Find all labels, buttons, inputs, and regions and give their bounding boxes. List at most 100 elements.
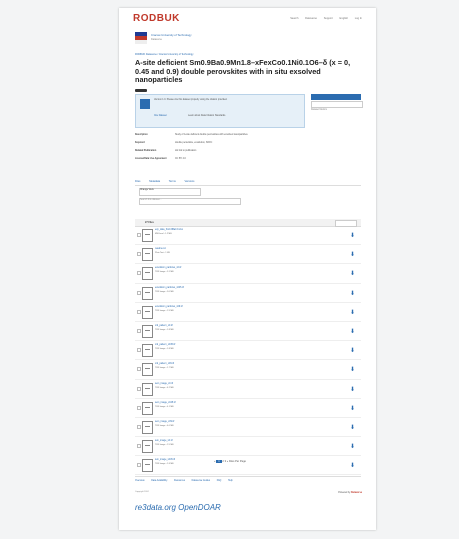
file-name[interactable]: xrd_pattern_x045.tif (155, 344, 175, 346)
citation-box: Version 1.0. Please cite this dataset pr… (135, 94, 305, 128)
download-icon[interactable]: ⬇ (350, 309, 355, 316)
meta-key: License/Data Use Agreement (135, 158, 167, 160)
file-name[interactable]: exsolution_particles_x045.tif (155, 287, 184, 289)
download-icon[interactable]: ⬇ (350, 366, 355, 373)
download-icon[interactable]: ⬇ (350, 232, 355, 239)
download-icon[interactable]: ⬇ (350, 347, 355, 354)
download-icon[interactable]: ⬇ (350, 443, 355, 450)
file-checkbox[interactable] (137, 252, 141, 257)
file-checkbox[interactable] (137, 386, 141, 391)
file-name[interactable]: exp_data_Sm0.9Ba0.9.xlsx (155, 229, 183, 231)
copyright: Copyright 2024 (135, 491, 149, 493)
download-icon[interactable]: ⬇ (350, 290, 355, 297)
powered-by-text: Powered by (338, 492, 351, 494)
tab-versions[interactable]: Versions (185, 180, 195, 183)
file-name[interactable]: readme.txt (155, 248, 166, 250)
file-checkbox[interactable] (137, 328, 141, 333)
file-name[interactable]: tem_image_x045.tif (155, 459, 175, 461)
powered-by: Powered by Dataverse (338, 492, 362, 494)
page-1[interactable]: 1 (216, 460, 222, 463)
cite-dataset-link[interactable]: Cite Dataset (154, 115, 167, 117)
dataset-tabs: Files Metadata Terms Versions (135, 180, 202, 183)
dataset-metrics: Dataset Metrics (311, 109, 327, 111)
file-checkbox[interactable] (137, 348, 141, 353)
file-icon (142, 305, 153, 319)
change-view-control[interactable]: Change View (139, 188, 201, 196)
tab-files[interactable]: Files (135, 180, 140, 183)
access-dataset-button[interactable] (311, 94, 361, 100)
download-icon[interactable]: ⬇ (350, 251, 355, 258)
organization-name[interactable]: Cracow University of Technology (151, 33, 192, 37)
file-name[interactable]: exsolution_particles_x0.tif (155, 267, 181, 269)
file-checkbox[interactable] (137, 405, 141, 410)
file-name[interactable]: xrd_pattern_x0.tif (155, 325, 173, 327)
file-icon (142, 229, 153, 242)
file-checkbox[interactable] (137, 309, 141, 314)
file-checkbox[interactable] (137, 463, 141, 468)
download-icon[interactable]: ⬇ (350, 270, 355, 277)
footer-link[interactable]: Resources (174, 480, 185, 482)
file-search-input[interactable]: Search this dataset... (139, 198, 241, 205)
file-name[interactable]: sem_image_x0.tif (155, 383, 173, 385)
nav-support[interactable]: Support (324, 17, 333, 20)
powered-by-brand[interactable]: Dataverse (351, 492, 362, 494)
nav-language[interactable]: English (340, 17, 349, 20)
file-icon (142, 382, 153, 396)
download-icon[interactable]: ⬇ (350, 462, 355, 469)
list-item: exsolution_particles_x045.tif TIFF Image … (135, 284, 361, 303)
tab-terms[interactable]: Terms (169, 180, 176, 183)
file-name[interactable]: xrd_pattern_x09.tif (155, 363, 174, 365)
file-checkbox[interactable] (137, 271, 141, 276)
file-checkbox[interactable] (137, 290, 141, 295)
footer-link[interactable]: FAQ (217, 480, 222, 482)
tab-metadata[interactable]: Metadata (149, 180, 160, 183)
pagination: « 1 2 3 » Files Per Page (214, 460, 246, 463)
university-crest-icon (135, 32, 147, 44)
file-checkbox[interactable] (137, 444, 141, 449)
breadcrumb[interactable]: RODBUK Dataverse / Cracow University of … (135, 53, 193, 56)
version-badge (135, 89, 147, 92)
file-icon (142, 420, 153, 434)
nav-login[interactable]: Log In (355, 17, 362, 20)
list-item: sem_image_x0.tif TIFF Image - 4.2 MB ⬇ (135, 380, 361, 399)
top-nav: Search Dataverse Support English Log In (284, 17, 362, 20)
files-per-page[interactable]: Files Per Page (229, 460, 246, 463)
download-icon[interactable]: ⬇ (350, 328, 355, 335)
file-icon (142, 286, 153, 300)
file-checkbox[interactable] (137, 367, 141, 372)
file-checkbox[interactable] (137, 424, 141, 429)
top-bar: RODBUK Search Dataverse Support English … (119, 8, 376, 28)
nav-dataverse[interactable]: Dataverse (305, 17, 317, 20)
footer-link[interactable]: Data Availability (151, 480, 167, 482)
list-item: xrd_pattern_x0.tif TIFF Image - 1.8 MB ⬇ (135, 322, 361, 342)
file-name[interactable]: exsolution_particles_x09.tif (155, 306, 183, 308)
file-name[interactable]: tem_image_x0.tif (155, 440, 173, 442)
partner-logos[interactable]: re3data.org OpenDOAR (135, 503, 221, 512)
nav-search[interactable]: Search (290, 17, 298, 20)
metadata-section: Description Study of A-site deficient dou… (135, 134, 361, 166)
file-detail: MS Excel - 1.2 MB (155, 233, 172, 235)
file-detail: TIFF Image - 3.0 MB (155, 290, 174, 293)
list-item: readme.txt Plain Text - 1 KB ⬇ (135, 245, 361, 265)
file-checkbox[interactable] (137, 233, 141, 237)
file-list: exp_data_Sm0.9Ba0.9.xlsx MS Excel - 1.2 M… (135, 226, 361, 476)
dataset-icon (140, 99, 150, 109)
organization-header: Cracow University of Technology Datavers… (135, 32, 365, 48)
download-icon[interactable]: ⬇ (350, 386, 355, 393)
list-item: xrd_pattern_x09.tif TIFF Image - 1.7 MB ⬇ (135, 360, 361, 380)
list-item: sem_image_x09.tif TIFF Image - 4.0 MB ⬇ (135, 418, 361, 438)
citation-standards-link[interactable]: Learn about Data Citation Standards. (188, 115, 226, 117)
download-icon[interactable]: ⬇ (350, 405, 355, 412)
file-name[interactable]: sem_image_x045.tif (155, 402, 176, 404)
meta-value[interactable]: doi link to publication (175, 150, 345, 152)
contact-owner-button[interactable] (311, 101, 363, 108)
footer-link[interactable]: Overview (135, 480, 145, 482)
file-detail: TIFF Image - 2.5 MB (155, 444, 174, 447)
site-logo[interactable]: RODBUK (133, 13, 180, 24)
download-icon[interactable]: ⬇ (350, 424, 355, 431)
file-name[interactable]: sem_image_x09.tif (155, 421, 174, 423)
footer-link[interactable]: Dataverse Guides (192, 480, 210, 482)
file-detail: TIFF Image - 2.9 MB (155, 309, 174, 312)
footer-link[interactable]: Help (228, 480, 233, 482)
file-detail: TIFF Image - 1.8 MB (155, 348, 174, 351)
